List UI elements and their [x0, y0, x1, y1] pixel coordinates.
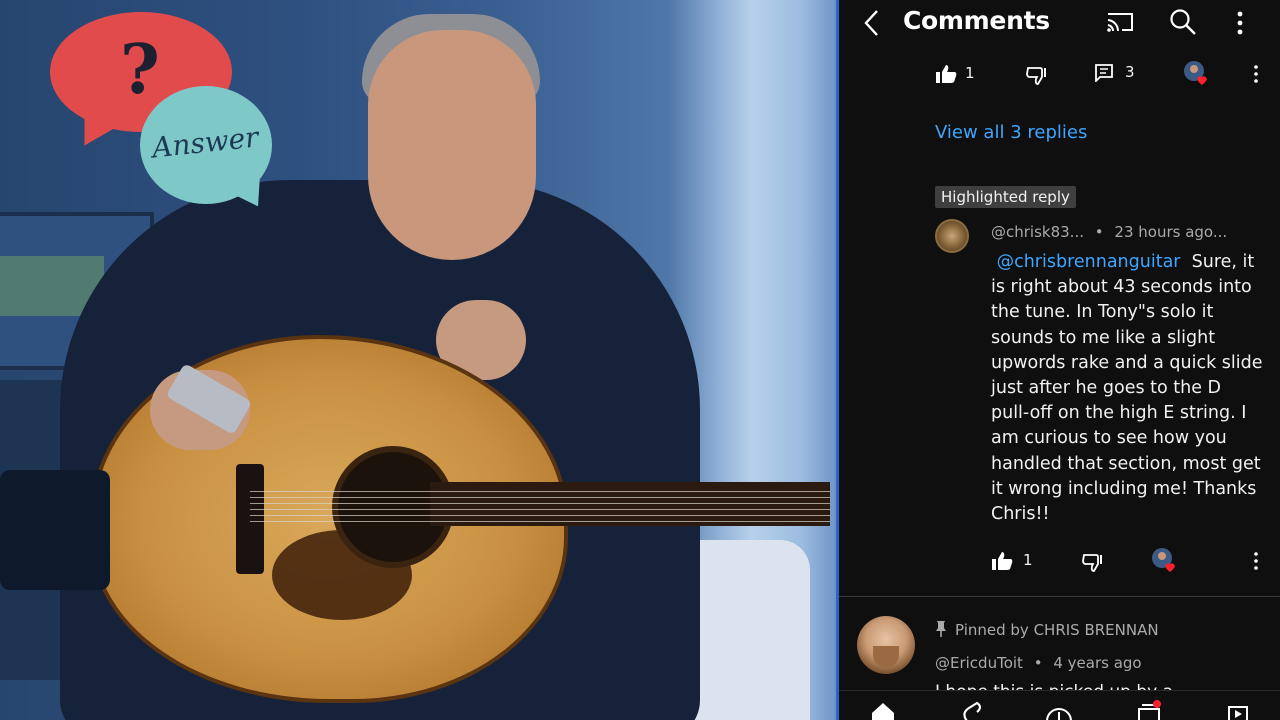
subscriptions-icon[interactable]	[1135, 699, 1163, 720]
guitar-strings	[250, 486, 830, 522]
pinned-by-label: Pinned by CHRIS BRENNAN	[955, 621, 1159, 639]
bottom-navigation	[839, 690, 1280, 720]
meta-separator: •	[1033, 654, 1043, 672]
highlighted-reply-badge: Highlighted reply	[935, 186, 1076, 208]
reply-meta: @chrisk83... • 23 hours ago...	[991, 223, 1227, 241]
reply-action-bar: 1	[839, 547, 1280, 577]
create-icon[interactable]	[1045, 699, 1073, 720]
reply-body-text: Sure, it is right about 43 seconds into …	[991, 252, 1263, 525]
creator-heart-icon	[1152, 548, 1175, 572]
search-icon[interactable]	[1169, 8, 1197, 36]
more-vert-icon[interactable]	[1253, 551, 1259, 571]
view-all-replies-link[interactable]: View all 3 replies	[935, 122, 1087, 143]
more-vert-icon[interactable]	[1235, 10, 1245, 36]
comment-meta: @EricduToit • 4 years ago	[935, 654, 1142, 672]
comment-author[interactable]: @EricduToit	[935, 654, 1023, 672]
like-count: 1	[965, 64, 975, 82]
meta-separator: •	[1094, 223, 1104, 241]
back-icon[interactable]	[861, 8, 883, 38]
thumbs-down-icon[interactable]	[1081, 553, 1103, 573]
reply-icon[interactable]	[1095, 64, 1113, 82]
thumbs-up-icon[interactable]	[991, 551, 1013, 571]
comments-header: Comments	[839, 0, 1280, 46]
cast-icon[interactable]	[1105, 10, 1135, 34]
reply-author[interactable]: @chrisk83...	[991, 223, 1084, 241]
video-thumbnail[interactable]: ? Answer	[0, 0, 836, 720]
mention-link[interactable]: @chrisbrennanguitar	[997, 252, 1181, 272]
reply-timestamp: 23 hours ago...	[1114, 223, 1228, 241]
avatar[interactable]	[935, 219, 969, 253]
home-icon[interactable]	[869, 699, 897, 720]
foreground-camera	[0, 470, 110, 590]
avatar[interactable]	[857, 616, 915, 674]
page-title: Comments	[903, 6, 1050, 35]
comments-panel: Comments 1 3 View all 3 replies Highligh…	[836, 0, 1280, 720]
library-icon[interactable]	[1223, 699, 1251, 720]
thumbs-down-icon[interactable]	[1025, 66, 1047, 86]
creator-heart-icon	[1184, 61, 1207, 85]
thumbs-up-icon[interactable]	[935, 64, 957, 84]
comment-action-bar: 1 3	[839, 60, 1280, 90]
answer-bubble: Answer	[140, 86, 272, 215]
person-head	[368, 30, 536, 260]
comment-timestamp: 4 years ago	[1053, 654, 1142, 672]
question-mark: ?	[120, 30, 160, 110]
like-count: 1	[1023, 551, 1033, 569]
shorts-icon[interactable]	[957, 699, 985, 720]
pin-icon	[936, 621, 946, 637]
reply-count: 3	[1125, 63, 1135, 81]
section-divider	[839, 596, 1280, 597]
answer-text: Answer	[150, 120, 260, 165]
reply-text: @chrisbrennanguitar Sure, it is right ab…	[991, 250, 1265, 527]
more-vert-icon[interactable]	[1253, 64, 1259, 84]
